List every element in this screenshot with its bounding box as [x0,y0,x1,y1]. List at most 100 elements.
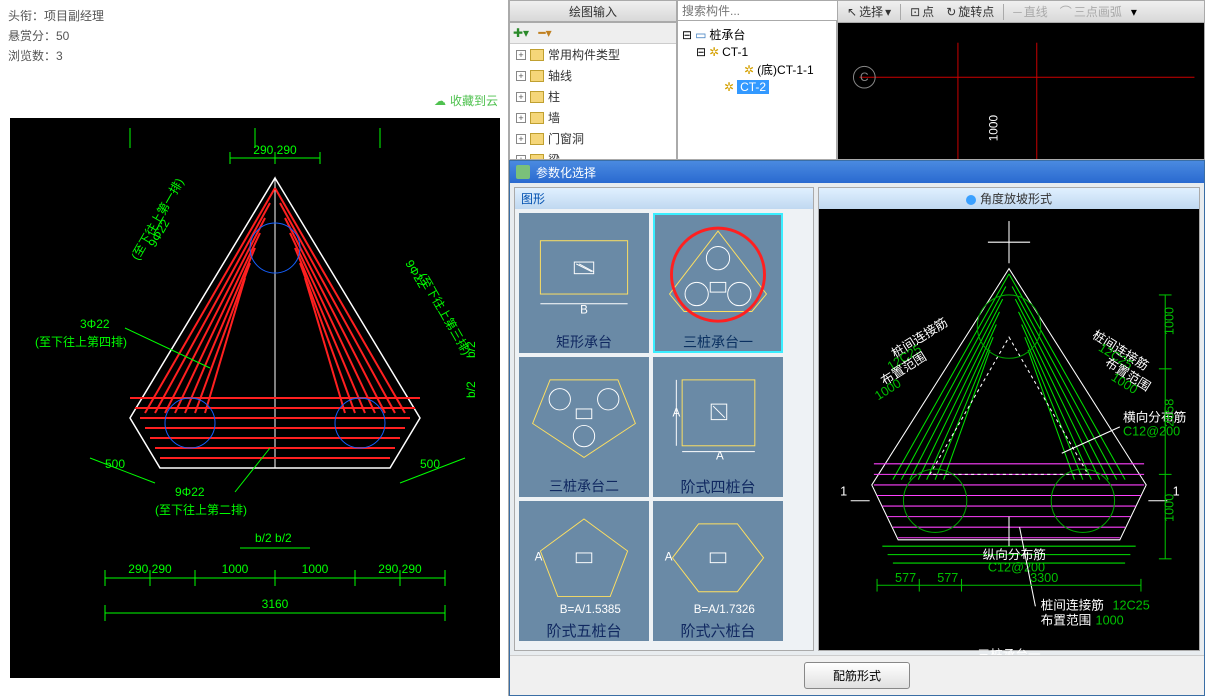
svg-text:2858: 2858 [1163,399,1177,427]
svg-text:9Φ22: 9Φ22 [175,485,205,499]
expand-icon[interactable]: ✚▾ [513,26,529,40]
draw-body: ↖选择▾ ⊡点 ↻旋转点 ─直线 ⌒三点画弧 ▾ C 1000 [837,0,1205,160]
separator [1003,4,1004,20]
tree-label: 梁 [548,151,560,160]
rotate-icon: ↻ [946,5,956,19]
svg-text:577: 577 [937,571,958,585]
line-icon: ─ [1013,5,1022,19]
svg-text:577: 577 [895,571,916,585]
collapse-icon[interactable]: ━▾ [538,26,551,40]
shape-grid: B 矩形承台 三桩承台一 [515,209,813,645]
preview-canvas[interactable]: 1 1 桩间连接筋 12C25 布置范围 1000 桩间连接筋 12C25 布置… [819,209,1199,687]
point-icon: ⊡ [910,5,920,19]
shape-label: 阶式五桩台 [521,618,647,643]
rebar-form-button[interactable]: 配筋形式 [804,662,910,689]
shape-label: 三桩承台二 [521,474,647,498]
drawing-input-header: 绘图输入 [509,0,677,22]
tree-item-wall[interactable]: +墙 [510,107,676,128]
select-tool[interactable]: ↖选择▾ [844,2,894,21]
shape-3pile-1[interactable]: 三桩承台一 [653,213,783,353]
svg-text:B=A/1.7326: B=A/1.7326 [694,603,755,616]
component-tree-body: ▾ ⊟▭桩承台 ⊟✲CT-1 ✲(底)CT-1-1 ✲CT-2 [677,0,837,160]
point-tool[interactable]: ⊡点 [907,2,937,21]
shape-header: 图形 [515,188,813,209]
cad-svg: 290 290 [10,118,500,678]
dialog-body: 图形 B 矩形承台 [510,183,1204,655]
shape-step4[interactable]: A A 阶式四桩台 [653,357,783,497]
shape-step6[interactable]: A B=A/1.7326 阶式六桩台 [653,501,783,641]
svg-text:1000: 1000 [302,562,329,576]
svg-text:1000: 1000 [986,115,1000,142]
dialog-footer: 配筋形式 [510,655,1204,695]
svg-text:b/2 b/2: b/2 b/2 [255,531,292,545]
svg-text:1000: 1000 [1163,494,1177,522]
svg-text:1: 1 [840,485,847,499]
meta-bounty: 悬赏分：50 [8,26,500,46]
node-label-selected: CT-2 [737,80,769,94]
tree-item-axis[interactable]: +轴线 [510,65,676,86]
tree-item-column[interactable]: +柱 [510,86,676,107]
tool-label: 直线 [1024,3,1048,20]
preview-header-label: 角度放坡形式 [980,192,1052,206]
shape-panel: 图形 B 矩形承台 [514,187,814,651]
tree-label: 墙 [548,109,560,126]
svg-text:B: B [580,303,588,316]
svg-text:290 290: 290 290 [253,143,297,157]
comp-ct1-1[interactable]: ✲(底)CT-1-1 [682,60,832,79]
svg-text:3160: 3160 [262,597,289,611]
svg-text:桩间连接筋: 桩间连接筋 [1041,598,1104,613]
tree-item-beam[interactable]: +梁 [510,149,676,160]
draw-canvas[interactable]: C 1000 [838,23,1204,159]
meta-views: 浏览数：3 [8,46,500,66]
meta-header: 头衔：项目副经理 [8,6,500,26]
shape-label: 矩形承台 [521,330,647,354]
drawing-input-tree: ✚▾ ━▾ +常用构件类型 +轴线 +柱 +墙 +门窗洞 +梁 +板 [509,22,677,160]
svg-text:500: 500 [105,457,125,471]
svg-text:1000: 1000 [872,376,903,403]
line-tool[interactable]: ─直线 [1010,2,1051,21]
tree-label: 轴线 [548,67,572,84]
svg-text:290 290: 290 290 [378,562,422,576]
svg-text:1000: 1000 [222,562,249,576]
arc-tool[interactable]: ⌒三点画弧 [1057,2,1125,21]
search-input[interactable] [678,1,841,20]
shape-label: 三桩承台一 [655,330,781,354]
radio-icon [966,195,976,205]
save-cloud-label: 收藏到云 [450,92,498,109]
tree-label: 柱 [548,88,560,105]
meta-block: 头衔：项目副经理 悬赏分：50 浏览数：3 [0,0,508,72]
shape-rect[interactable]: B 矩形承台 [519,213,649,353]
drawing-input-panel: 绘图输入 ✚▾ ━▾ +常用构件类型 +轴线 +柱 +墙 +门窗洞 +梁 +板 [509,0,677,160]
tool-label: 选择 [859,3,883,20]
tree-toolbar: ✚▾ ━▾ [510,23,676,44]
parametric-dialog: 参数化选择 图形 B 矩形承台 [509,160,1205,696]
dialog-icon [516,165,530,179]
comp-ct2[interactable]: ✲CT-2 [682,79,832,95]
tree-item-door[interactable]: +门窗洞 [510,128,676,149]
draw-toolbar: ↖选择▾ ⊡点 ↻旋转点 ─直线 ⌒三点画弧 ▾ [838,1,1204,23]
draw-panel: ↖选择▾ ⊡点 ↻旋转点 ─直线 ⌒三点画弧 ▾ C 1000 [837,0,1205,160]
rotate-tool[interactable]: ↻旋转点 [943,2,997,21]
cursor-icon: ↖ [847,5,857,19]
comp-ct1[interactable]: ⊟✲CT-1 [682,44,832,60]
tree-item-common[interactable]: +常用构件类型 [510,44,676,65]
shape-step5[interactable]: A B=A/1.5385 阶式五桩台 [519,501,649,641]
tool-label: 三点画弧 [1074,3,1122,20]
node-label: CT-1 [722,45,748,59]
svg-text:A: A [665,551,673,564]
save-to-cloud-button[interactable]: ☁ 收藏到云 [434,92,498,109]
svg-text:b/2: b/2 [464,381,478,398]
svg-text:1000: 1000 [1096,613,1124,627]
svg-text:(至下往上第四排): (至下往上第四排) [35,334,127,349]
cad-drawing-view: 290 290 [10,118,500,678]
svg-text:b/2: b/2 [464,341,478,358]
tree-label: 常用构件类型 [548,46,620,63]
svg-text:12C25: 12C25 [1112,599,1149,613]
shape-3pile-2[interactable]: 三桩承台二 [519,357,649,497]
comp-root[interactable]: ⊟▭桩承台 [682,25,832,44]
dialog-title-label: 参数化选择 [536,164,596,181]
svg-text:3300: 3300 [1030,571,1058,585]
dialog-titlebar[interactable]: 参数化选择 [510,161,1204,183]
svg-text:(至下往上第二排): (至下往上第二排) [155,502,247,517]
svg-text:1000: 1000 [1163,307,1177,335]
